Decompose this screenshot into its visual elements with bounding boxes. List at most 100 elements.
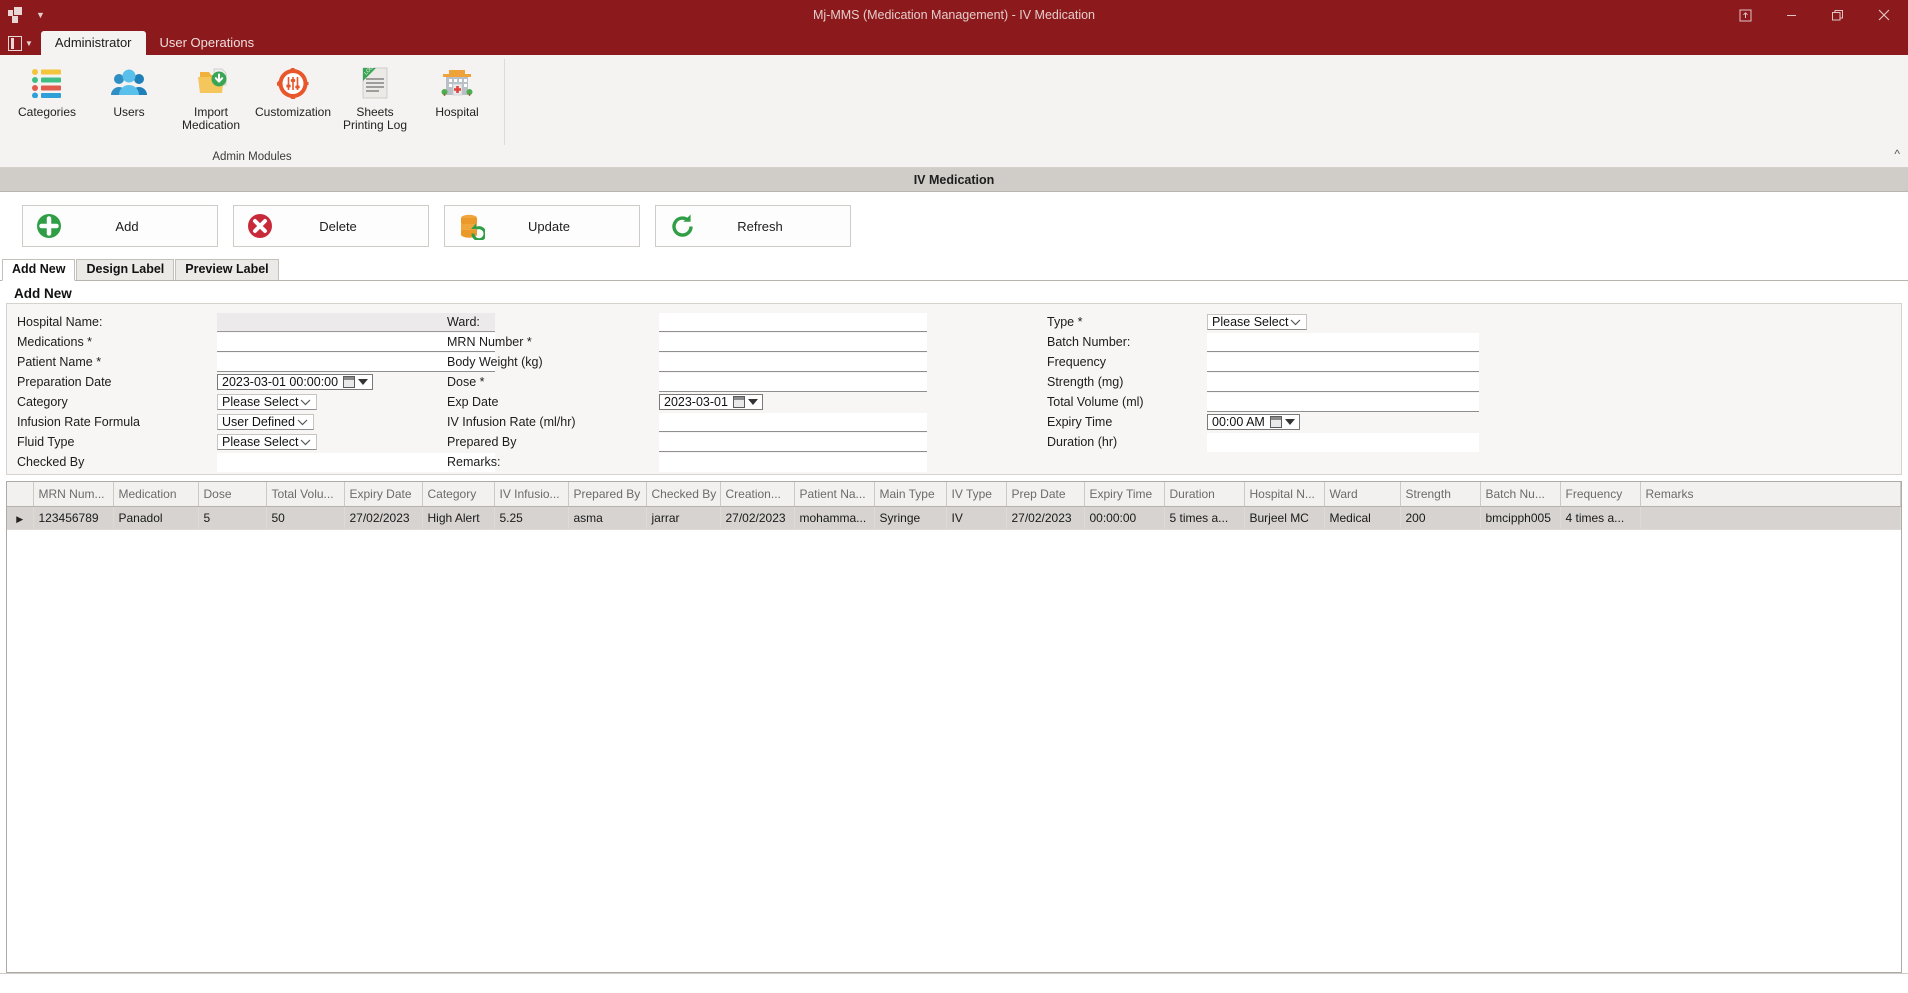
dropdown-arrow-icon[interactable] <box>1284 418 1295 425</box>
column-header-expiry-date[interactable]: Expiry Date <box>344 482 423 507</box>
cell-strength[interactable]: 200 <box>1400 506 1481 530</box>
column-header-expiry-time[interactable]: Expiry Time <box>1084 482 1165 507</box>
cell-remarks[interactable] <box>1640 506 1901 530</box>
column-header-mrn-number[interactable]: MRN Num... <box>33 482 114 507</box>
medication-data-grid[interactable]: MRN Num... Medication Dose Total Volu...… <box>6 481 1902 973</box>
cell-prepared-by[interactable]: asma <box>568 506 647 530</box>
fluid-type-select[interactable]: Please Select <box>217 434 318 450</box>
cell-iv-infusion-rate[interactable]: 5.25 <box>494 506 569 530</box>
column-header-iv-infusion-rate[interactable]: IV Infusio... <box>494 482 569 507</box>
cell-category[interactable]: High Alert <box>422 506 495 530</box>
column-header-ward[interactable]: Ward <box>1324 482 1401 507</box>
delete-button[interactable]: Delete <box>233 205 429 247</box>
column-header-checked-by[interactable]: Checked By <box>646 482 721 507</box>
chevron-up-icon[interactable]: ^ <box>1894 147 1900 161</box>
strength-input[interactable] <box>1207 372 1479 392</box>
cell-patient-name[interactable]: mohamma... <box>794 506 875 530</box>
ribbon-button-import-medication[interactable]: Import Medication <box>170 61 252 132</box>
frequency-input[interactable] <box>1207 352 1479 372</box>
column-header-category[interactable]: Category <box>422 482 495 507</box>
update-button[interactable]: Update <box>444 205 640 247</box>
minimize-button[interactable] <box>1768 0 1814 30</box>
restore-down-button[interactable] <box>1722 0 1768 30</box>
row-selector-cell[interactable]: ▶ <box>7 506 34 530</box>
column-header-batch-number[interactable]: Batch Nu... <box>1480 482 1561 507</box>
cell-checked-by[interactable]: jarrar <box>646 506 721 530</box>
cell-creation-date[interactable]: 27/02/2023 <box>720 506 795 530</box>
mrn-number-input[interactable] <box>659 332 927 352</box>
remarks-input[interactable] <box>659 452 927 472</box>
maximize-button[interactable] <box>1814 0 1860 30</box>
column-header-main-type[interactable]: Main Type <box>874 482 947 507</box>
cell-dose[interactable]: 5 <box>198 506 267 530</box>
dose-input[interactable] <box>659 372 927 392</box>
column-header-duration[interactable]: Duration <box>1164 482 1245 507</box>
cell-total-volume[interactable]: 50 <box>266 506 345 530</box>
cell-iv-type[interactable]: IV <box>946 506 1007 530</box>
refresh-button[interactable]: Refresh <box>655 205 851 247</box>
field-prepared-by: Prepared By <box>447 432 937 452</box>
tab-preview-label[interactable]: Preview Label <box>175 259 279 280</box>
column-header-prep-date[interactable]: Prep Date <box>1006 482 1085 507</box>
ribbon-button-sheets-printing-log[interactable]: LOG Sheets Printing Log <box>334 61 416 132</box>
cell-expiry-time[interactable]: 00:00:00 <box>1084 506 1165 530</box>
cell-main-type[interactable]: Syringe <box>874 506 947 530</box>
duration-input[interactable] <box>1207 432 1479 452</box>
exp-date-input[interactable]: 2023-03-01 <box>659 393 763 410</box>
quick-access-toolbar[interactable]: ▼ <box>0 7 45 23</box>
file-menu-button[interactable]: ▼ <box>4 36 41 55</box>
column-header-prepared-by[interactable]: Prepared By <box>568 482 647 507</box>
prepared-by-input[interactable] <box>659 432 927 452</box>
type-select[interactable]: Please Select <box>1207 314 1308 330</box>
category-select[interactable]: Please Select <box>217 394 318 410</box>
cell-prep-date[interactable]: 27/02/2023 <box>1006 506 1085 530</box>
expiry-time-input[interactable]: 00:00 AM <box>1207 413 1300 430</box>
cell-frequency[interactable]: 4 times a... <box>1560 506 1641 530</box>
column-header-strength[interactable]: Strength <box>1400 482 1481 507</box>
chevron-down-icon[interactable]: ▼ <box>36 10 45 20</box>
column-header-hospital-name[interactable]: Hospital N... <box>1244 482 1325 507</box>
ribbon-tab-user-operations[interactable]: User Operations <box>146 31 269 55</box>
field-label: Type * <box>1047 315 1083 329</box>
total-volume-input[interactable] <box>1207 392 1479 412</box>
tab-add-new[interactable]: Add New <box>2 259 76 281</box>
ribbon-button-hospital[interactable]: Hospital <box>416 61 498 119</box>
close-button[interactable] <box>1860 0 1908 30</box>
calendar-icon[interactable] <box>1269 415 1282 428</box>
column-header-dose[interactable]: Dose <box>198 482 267 507</box>
cell-ward[interactable]: Medical <box>1324 506 1401 530</box>
calendar-icon[interactable] <box>732 395 745 408</box>
ribbon-button-users[interactable]: Users <box>88 61 170 119</box>
tab-design-label[interactable]: Design Label <box>76 259 175 280</box>
iv-infusion-rate-input[interactable] <box>659 412 927 432</box>
column-header-patient-name[interactable]: Patient Na... <box>794 482 875 507</box>
preparation-date-input[interactable]: 2023-03-01 00:00:00 <box>217 373 374 390</box>
column-header-medication[interactable]: Medication <box>113 482 199 507</box>
field-category: Category Please Select <box>17 392 497 412</box>
batch-number-input[interactable] <box>1207 332 1479 352</box>
column-header-total-volume[interactable]: Total Volu... <box>266 482 345 507</box>
dropdown-arrow-icon[interactable] <box>358 378 369 385</box>
calendar-icon[interactable] <box>343 375 356 388</box>
ward-input[interactable] <box>659 312 927 332</box>
status-bar <box>0 973 1908 993</box>
cell-duration[interactable]: 5 times a... <box>1164 506 1245 530</box>
column-header-frequency[interactable]: Frequency <box>1560 482 1641 507</box>
dropdown-arrow-icon[interactable] <box>747 398 758 405</box>
ribbon-button-categories[interactable]: Categories <box>6 61 88 119</box>
column-header-iv-type[interactable]: IV Type <box>946 482 1007 507</box>
cell-expiry-date[interactable]: 27/02/2023 <box>344 506 423 530</box>
add-button[interactable]: Add <box>22 205 218 247</box>
cell-batch-number[interactable]: bmcipph005 <box>1480 506 1561 530</box>
infusion-rate-formula-select[interactable]: User Defined <box>217 414 314 430</box>
ribbon-tab-administrator[interactable]: Administrator <box>40 31 146 55</box>
body-weight-input[interactable] <box>659 352 927 372</box>
cell-mrn-number[interactable]: 123456789 <box>33 506 114 530</box>
cell-medication[interactable]: Panadol <box>113 506 199 530</box>
ribbon-button-customization[interactable]: Customization <box>252 61 334 119</box>
column-header-creation-date[interactable]: Creation... <box>720 482 795 507</box>
field-label: Remarks: <box>447 455 501 469</box>
table-row[interactable]: ▶ 123456789 Panadol 5 50 27/02/2023 High… <box>7 506 1901 530</box>
column-header-remarks[interactable]: Remarks <box>1640 482 1901 507</box>
cell-hospital-name[interactable]: Burjeel MC <box>1244 506 1325 530</box>
